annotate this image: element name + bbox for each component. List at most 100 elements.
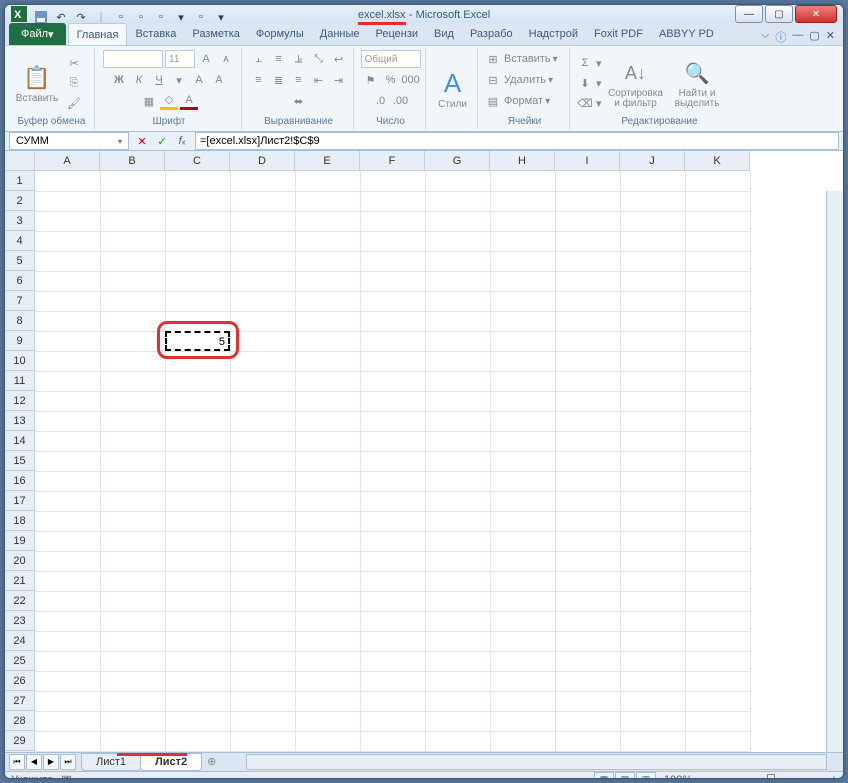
cell[interactable] bbox=[425, 471, 490, 491]
cell[interactable] bbox=[685, 191, 750, 211]
cell[interactable] bbox=[490, 191, 555, 211]
cell[interactable] bbox=[230, 431, 295, 451]
cell[interactable] bbox=[555, 171, 620, 191]
sheet-nav-prev-icon[interactable]: ◀ bbox=[26, 754, 42, 770]
cell[interactable] bbox=[100, 491, 165, 511]
cell[interactable] bbox=[295, 191, 360, 211]
cell[interactable] bbox=[555, 431, 620, 451]
cell[interactable] bbox=[295, 231, 360, 251]
align-center-icon[interactable]: ≣ bbox=[270, 71, 288, 89]
row-header-26[interactable]: 26 bbox=[5, 671, 34, 691]
fill-color-button[interactable]: ◇ bbox=[160, 92, 178, 110]
cell[interactable] bbox=[360, 451, 425, 471]
row-headers[interactable]: 1234567891011121314151617181920212223242… bbox=[5, 171, 35, 752]
clear-icon[interactable]: ⌫ bbox=[576, 94, 594, 112]
format-painter-icon[interactable]: 🖌 bbox=[65, 94, 83, 112]
cell[interactable] bbox=[490, 511, 555, 531]
cell[interactable] bbox=[230, 591, 295, 611]
wrap-icon[interactable]: ↩ bbox=[330, 50, 348, 68]
cell[interactable] bbox=[360, 611, 425, 631]
cell[interactable] bbox=[425, 411, 490, 431]
cell[interactable] bbox=[230, 411, 295, 431]
cell[interactable] bbox=[620, 191, 685, 211]
cell[interactable] bbox=[295, 711, 360, 731]
cell[interactable] bbox=[425, 611, 490, 631]
zoom-in-icon[interactable]: + bbox=[831, 774, 837, 780]
cell[interactable] bbox=[295, 671, 360, 691]
cell[interactable] bbox=[100, 331, 165, 351]
align-top-icon[interactable]: ⫠ bbox=[250, 50, 268, 68]
row-header-25[interactable]: 25 bbox=[5, 651, 34, 671]
cell[interactable] bbox=[295, 351, 360, 371]
format-cells-label[interactable]: Формат bbox=[504, 95, 543, 107]
cell[interactable] bbox=[685, 691, 750, 711]
cell[interactable] bbox=[360, 531, 425, 551]
cell[interactable] bbox=[100, 711, 165, 731]
cell[interactable] bbox=[360, 411, 425, 431]
cell[interactable] bbox=[490, 491, 555, 511]
decrease-font-icon[interactable]: ᴀ bbox=[217, 50, 235, 68]
row-header-11[interactable]: 11 bbox=[5, 371, 34, 391]
cell[interactable] bbox=[685, 531, 750, 551]
cell[interactable] bbox=[295, 431, 360, 451]
cell[interactable] bbox=[685, 671, 750, 691]
cell[interactable] bbox=[35, 651, 100, 671]
row-header-7[interactable]: 7 bbox=[5, 291, 34, 311]
file-tab[interactable]: Файл ▾ bbox=[9, 23, 66, 45]
cell[interactable] bbox=[35, 471, 100, 491]
underline-dropdown[interactable]: ▾ bbox=[170, 71, 188, 89]
cell[interactable] bbox=[35, 411, 100, 431]
row-header-24[interactable]: 24 bbox=[5, 631, 34, 651]
row-header-4[interactable]: 4 bbox=[5, 231, 34, 251]
cell[interactable] bbox=[295, 171, 360, 191]
font-size-select[interactable]: 11 bbox=[165, 50, 195, 68]
cell[interactable] bbox=[685, 351, 750, 371]
cell[interactable] bbox=[620, 251, 685, 271]
cell[interactable] bbox=[35, 511, 100, 531]
doc-close-icon[interactable]: ✕ bbox=[826, 29, 835, 45]
cell[interactable] bbox=[555, 551, 620, 571]
col-header-H[interactable]: H bbox=[490, 151, 555, 170]
cell[interactable] bbox=[230, 211, 295, 231]
cell[interactable] bbox=[295, 271, 360, 291]
cell[interactable] bbox=[230, 351, 295, 371]
cell[interactable] bbox=[100, 511, 165, 531]
tab-foxit[interactable]: Foxit PDF bbox=[586, 23, 651, 45]
name-box[interactable]: СУММ bbox=[9, 132, 129, 150]
cell[interactable] bbox=[230, 451, 295, 471]
cell[interactable] bbox=[490, 571, 555, 591]
cell[interactable] bbox=[165, 471, 230, 491]
cell[interactable] bbox=[685, 571, 750, 591]
cell[interactable] bbox=[100, 191, 165, 211]
cell[interactable] bbox=[360, 251, 425, 271]
cell[interactable] bbox=[35, 571, 100, 591]
row-header-8[interactable]: 8 bbox=[5, 311, 34, 331]
select-all-corner[interactable] bbox=[5, 151, 35, 171]
cell[interactable] bbox=[685, 491, 750, 511]
cell[interactable] bbox=[555, 491, 620, 511]
col-header-E[interactable]: E bbox=[295, 151, 360, 170]
cell[interactable] bbox=[230, 511, 295, 531]
number-format-select[interactable]: Общий bbox=[361, 50, 421, 68]
col-header-J[interactable]: J bbox=[620, 151, 685, 170]
underline-button[interactable]: Ч bbox=[150, 71, 168, 89]
cell[interactable] bbox=[685, 211, 750, 231]
cell[interactable] bbox=[230, 271, 295, 291]
cell[interactable] bbox=[165, 351, 230, 371]
row-header-21[interactable]: 21 bbox=[5, 571, 34, 591]
sheet-nav-last-icon[interactable]: ⏭ bbox=[60, 754, 76, 770]
cell[interactable] bbox=[555, 211, 620, 231]
cell[interactable] bbox=[230, 471, 295, 491]
cell[interactable] bbox=[360, 351, 425, 371]
row-header-2[interactable]: 2 bbox=[5, 191, 34, 211]
row-header-22[interactable]: 22 bbox=[5, 591, 34, 611]
cell[interactable] bbox=[685, 711, 750, 731]
cell[interactable] bbox=[685, 171, 750, 191]
row-header-12[interactable]: 12 bbox=[5, 391, 34, 411]
cell[interactable] bbox=[555, 191, 620, 211]
orient-icon[interactable]: ⤡ bbox=[310, 50, 328, 68]
cell[interactable] bbox=[425, 211, 490, 231]
cell[interactable] bbox=[425, 671, 490, 691]
vertical-scrollbar[interactable] bbox=[826, 191, 843, 752]
currency-icon[interactable]: ⚑ bbox=[362, 71, 380, 89]
